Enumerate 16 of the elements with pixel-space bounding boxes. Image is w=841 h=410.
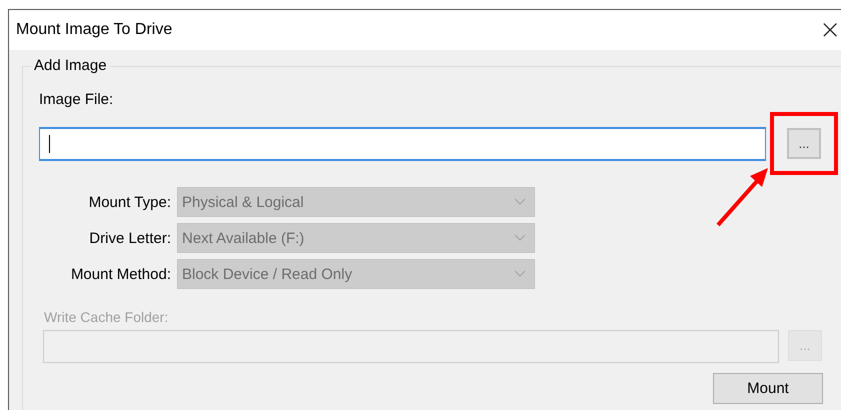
field-label: Mount Type: xyxy=(88,194,171,210)
field-label: Write Cache Folder: xyxy=(44,309,168,325)
chevron-icon xyxy=(514,270,526,278)
field-label: Mount Method: xyxy=(70,266,171,282)
text-cursor xyxy=(49,134,50,152)
field-label: Drive Letter: xyxy=(88,230,171,246)
chevron-icon xyxy=(514,198,526,206)
close-button[interactable]: × xyxy=(815,17,841,43)
input-field[interactable] xyxy=(39,126,766,160)
field-label: Image File: xyxy=(39,91,114,108)
group-title: Add Image xyxy=(31,57,110,74)
mount-button[interactable]: Mount xyxy=(713,373,823,404)
browse-button[interactable]: ... xyxy=(787,128,821,159)
input-field[interactable] xyxy=(43,330,779,363)
chevron-icon xyxy=(514,234,526,242)
window-title: Mount Image To Drive xyxy=(16,21,172,39)
